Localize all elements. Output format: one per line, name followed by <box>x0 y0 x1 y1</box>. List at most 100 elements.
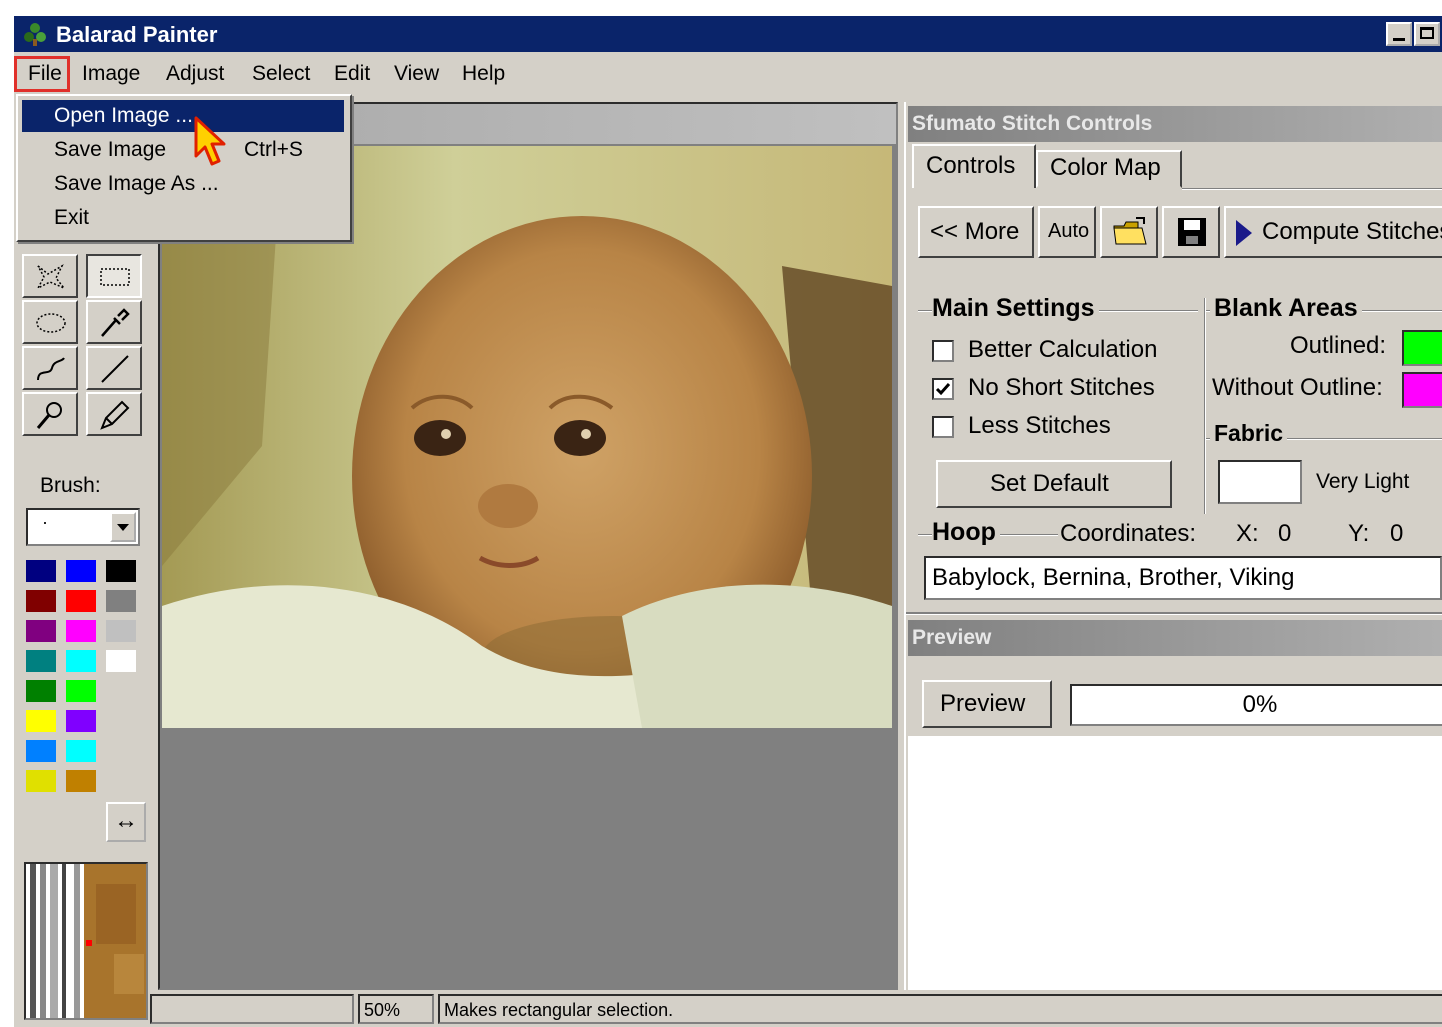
exit-label: Exit <box>54 206 90 229</box>
ellipse-select-icon <box>36 313 66 333</box>
auto-button-label: Auto <box>1048 220 1090 242</box>
play-arrow-icon <box>1236 220 1252 246</box>
palette-swatch[interactable] <box>24 588 58 614</box>
outlined-label: Outlined: <box>1290 332 1387 359</box>
line-tool-button[interactable] <box>86 346 142 390</box>
tab-controls-label: Controls <box>926 152 1016 179</box>
palette-swatch[interactable] <box>104 648 138 674</box>
set-default-button[interactable]: Set Default <box>936 460 1172 508</box>
lasso-tool-button[interactable] <box>22 254 78 298</box>
palette-swatch[interactable] <box>24 558 58 584</box>
menu-view[interactable]: View <box>394 62 439 86</box>
less-stitches-label: Less Stitches <box>968 412 1111 439</box>
menu-select[interactable]: Select <box>252 62 310 86</box>
open-image-label: Open Image ... <box>54 104 193 127</box>
panel-title: Sfumato Stitch Controls <box>912 112 1153 135</box>
palette-swatch[interactable] <box>64 588 98 614</box>
brush-dropdown-button[interactable] <box>110 512 136 542</box>
app-logo-icon <box>24 23 46 46</box>
preview-button[interactable]: Preview <box>922 680 1052 728</box>
brush-select[interactable]: · <box>26 508 140 546</box>
mini-preview <box>24 862 148 1020</box>
palette-swatch[interactable] <box>64 618 98 644</box>
menu-file[interactable]: File <box>28 62 62 86</box>
more-button[interactable]: << More <box>918 206 1034 258</box>
hoop-machines-value: Babylock, Bernina, Brother, Viking <box>932 564 1295 591</box>
ellipse-select-tool-button[interactable] <box>22 300 78 344</box>
palette-swatch[interactable] <box>64 648 98 674</box>
palette-swatch[interactable] <box>24 618 58 644</box>
palette-swatch[interactable] <box>104 588 138 614</box>
maximize-button[interactable] <box>1414 22 1440 46</box>
palette-swatch[interactable] <box>64 738 98 764</box>
tab-color-map[interactable]: Color Map <box>1036 150 1182 188</box>
palette-swatch[interactable] <box>24 738 58 764</box>
fabric-value: Very Light <box>1316 470 1410 493</box>
magnifier-tool-button[interactable] <box>22 392 78 436</box>
panel-title-bar: Sfumato Stitch Controls <box>908 106 1442 142</box>
palette-swatch[interactable] <box>64 558 98 584</box>
swap-arrows-icon: ↔ <box>114 807 138 834</box>
less-stitches-box[interactable] <box>932 416 954 438</box>
save-button[interactable] <box>1162 206 1220 258</box>
auto-button[interactable]: Auto <box>1038 206 1096 258</box>
pencil-tool-button[interactable] <box>86 392 142 436</box>
open-button[interactable] <box>1100 206 1158 258</box>
menu-exit[interactable]: Exit <box>22 202 344 234</box>
maximize-icon <box>1420 27 1434 39</box>
settings-divider <box>1204 298 1206 514</box>
compute-stitches-label: Compute Stitches <box>1262 218 1442 245</box>
outlined-color-swatch[interactable] <box>1402 330 1442 366</box>
pencil-icon <box>100 400 130 430</box>
save-image-label: Save Image <box>54 138 167 161</box>
palette-swatch[interactable] <box>24 648 58 674</box>
palette-swatch[interactable] <box>24 678 58 704</box>
palette-swatch[interactable] <box>104 618 138 644</box>
blank-areas-label: Blank Areas <box>1210 294 1362 323</box>
curve-tool-button[interactable] <box>22 346 78 390</box>
hoop-machines-field[interactable]: Babylock, Bernina, Brother, Viking <box>924 556 1442 600</box>
tab-color-map-label: Color Map <box>1050 154 1161 181</box>
better-calculation-box[interactable] <box>932 340 954 362</box>
menu-adjust[interactable]: Adjust <box>166 62 224 86</box>
mini-preview-image <box>26 864 146 1018</box>
swap-colors-button[interactable]: ↔ <box>106 802 146 842</box>
menu-bar: File Image Adjust Select Edit View Help <box>14 54 1442 94</box>
menu-help[interactable]: Help <box>462 62 505 86</box>
compute-stitches-button[interactable]: Compute Stitches <box>1224 206 1442 258</box>
palette-swatch[interactable] <box>24 708 58 734</box>
menu-save-image[interactable]: Save Image Ctrl+S <box>22 134 344 166</box>
eyedropper-tool-button[interactable] <box>86 300 142 344</box>
without-outline-color-swatch[interactable] <box>1402 372 1442 408</box>
minimize-button[interactable] <box>1386 22 1412 46</box>
floppy-disk-icon <box>1178 218 1206 246</box>
panel-separator <box>906 612 1442 615</box>
menu-edit[interactable]: Edit <box>334 62 370 86</box>
palette-swatch[interactable] <box>64 768 98 794</box>
rect-select-tool-button[interactable] <box>86 254 142 298</box>
better-calculation-label: Better Calculation <box>968 336 1158 363</box>
menu-open-image[interactable]: Open Image ... <box>22 100 344 132</box>
no-short-stitches-box[interactable] <box>932 378 954 400</box>
preview-title-bar: Preview <box>908 620 1442 656</box>
coordinates-label: Coordinates: <box>1060 520 1197 548</box>
tab-controls[interactable]: Controls <box>912 144 1036 188</box>
line-icon <box>101 355 129 383</box>
menu-image[interactable]: Image <box>82 62 140 86</box>
palette-swatch[interactable] <box>64 678 98 704</box>
x-value: 0 <box>1278 520 1292 547</box>
chevron-down-icon <box>117 524 129 531</box>
palette-swatch[interactable] <box>64 708 98 734</box>
more-button-label: << More <box>930 218 1020 245</box>
palette-swatch[interactable] <box>24 768 58 794</box>
menu-save-image-as[interactable]: Save Image As ... <box>22 168 344 200</box>
set-default-label: Set Default <box>990 470 1109 497</box>
stitch-controls-panel: Sfumato Stitch Controls Controls Color M… <box>904 102 1442 990</box>
fabric-color-swatch[interactable] <box>1218 460 1302 504</box>
preview-area <box>908 736 1442 990</box>
title-bar: Balarad Painter <box>14 16 1442 52</box>
x-label: X: <box>1236 520 1259 547</box>
save-image-shortcut: Ctrl+S <box>244 138 303 161</box>
palette-swatch[interactable] <box>104 558 138 584</box>
lasso-icon <box>36 264 65 290</box>
